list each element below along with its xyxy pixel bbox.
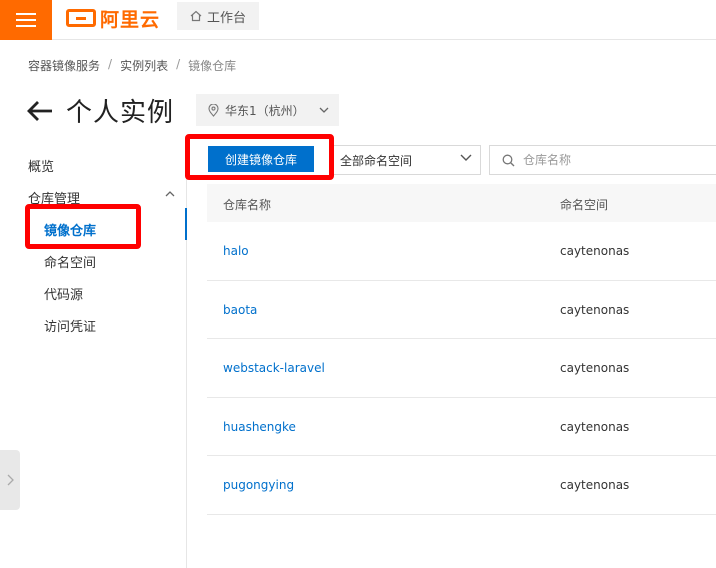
breadcrumb-item-current: 镜像仓库 <box>188 59 237 73</box>
namespace-select-value: 全部命名空间 <box>340 153 413 168</box>
sidebar-item-code-source[interactable]: 代码源 <box>44 284 83 303</box>
breadcrumb-separator: / <box>108 57 113 71</box>
repo-name-link[interactable]: pugongying <box>223 478 294 492</box>
repo-name-link[interactable]: webstack-laravel <box>223 361 325 375</box>
title-row: 个人实例 <box>26 92 174 129</box>
sidebar-item-access-credentials[interactable]: 访问凭证 <box>44 316 96 335</box>
repo-namespace: caytenonas <box>560 478 630 492</box>
table-row: webstack-laravel caytenonas <box>207 339 716 398</box>
repo-table: 仓库名称 命名空间 halo caytenonas baota caytenon… <box>207 184 716 515</box>
table-header: 仓库名称 命名空间 <box>207 184 716 222</box>
workbench-button[interactable]: 工作台 <box>177 2 259 30</box>
sidebar-group-repo-mgmt[interactable]: 仓库管理 <box>28 188 80 207</box>
breadcrumb-separator: / <box>176 57 181 71</box>
repo-name-link[interactable]: halo <box>223 244 249 258</box>
sidebar: 概览 仓库管理 镜像仓库 命名空间 代码源 访问凭证 <box>0 140 187 568</box>
region-selector[interactable]: 华东1（杭州） <box>196 94 339 126</box>
table-row: pugongying caytenonas <box>207 456 716 515</box>
repo-search-box[interactable] <box>489 145 716 175</box>
table-row: huashengke caytenonas <box>207 398 716 456</box>
repo-namespace: caytenonas <box>560 302 630 317</box>
aliyun-logo-icon <box>66 9 96 27</box>
top-bar: 阿里云 工作台 <box>0 0 716 40</box>
back-arrow-icon[interactable] <box>26 99 54 123</box>
search-icon <box>502 154 515 166</box>
repo-name-link[interactable]: baota <box>223 303 257 317</box>
location-pin-icon <box>208 103 219 117</box>
chevron-right-icon <box>7 474 14 486</box>
repo-search-input[interactable] <box>523 153 693 167</box>
aliyun-logo[interactable]: 阿里云 <box>66 6 161 31</box>
repo-namespace: caytenonas <box>560 361 630 375</box>
region-label: 华东1（杭州） <box>225 103 305 118</box>
repo-name-link[interactable]: huashengke <box>223 420 296 434</box>
active-indicator <box>185 208 187 240</box>
sidebar-collapse-tab[interactable] <box>0 450 20 510</box>
column-header-repo-name: 仓库名称 <box>223 198 272 212</box>
table-row: halo caytenonas <box>207 222 716 281</box>
home-icon <box>190 10 202 22</box>
sidebar-item-image-repos[interactable]: 镜像仓库 <box>44 220 96 239</box>
repo-namespace: caytenonas <box>560 244 630 258</box>
chevron-up-icon[interactable] <box>165 191 175 197</box>
table-row: baota caytenonas <box>207 281 716 339</box>
breadcrumb: 容器镜像服务 / 实例列表 / 镜像仓库 <box>28 57 236 74</box>
namespace-select[interactable]: 全部命名空间 <box>333 145 481 175</box>
breadcrumb-item-service[interactable]: 容器镜像服务 <box>28 57 100 74</box>
chevron-down-icon <box>319 107 329 113</box>
sidebar-item-namespaces[interactable]: 命名空间 <box>44 252 96 271</box>
hamburger-menu-icon[interactable] <box>0 0 52 40</box>
logo-text: 阿里云 <box>100 8 161 31</box>
workbench-label: 工作台 <box>206 10 246 26</box>
sidebar-item-overview[interactable]: 概览 <box>28 156 54 175</box>
repo-namespace: caytenonas <box>560 419 630 434</box>
chevron-down-icon <box>460 154 472 161</box>
create-repo-button[interactable]: 创建镜像仓库 <box>208 146 314 172</box>
column-header-namespace: 命名空间 <box>560 198 609 212</box>
page-title: 个人实例 <box>66 98 175 128</box>
breadcrumb-item-instances[interactable]: 实例列表 <box>120 57 168 74</box>
